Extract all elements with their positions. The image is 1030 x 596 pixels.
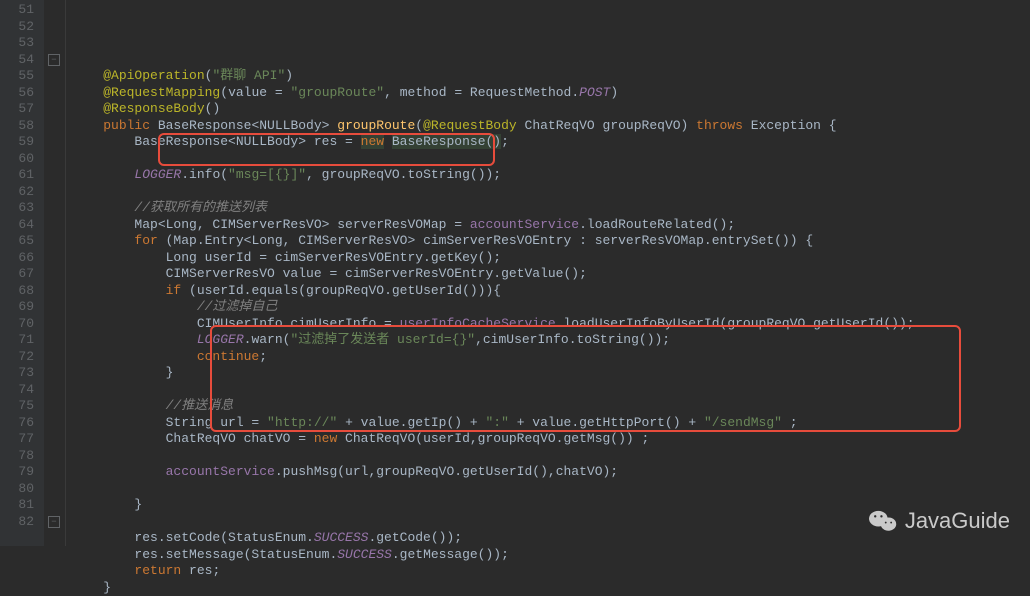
code-line[interactable]	[72, 184, 1030, 201]
line-number: 71	[6, 332, 34, 349]
line-number: 68	[6, 283, 34, 300]
watermark: JavaGuide	[869, 508, 1010, 534]
line-number: 63	[6, 200, 34, 217]
line-number: 77	[6, 431, 34, 448]
watermark-text: JavaGuide	[905, 508, 1010, 534]
line-number: 56	[6, 85, 34, 102]
line-number: 66	[6, 250, 34, 267]
code-line[interactable]: Long userId = cimServerResVOEntry.getKey…	[72, 250, 1030, 267]
line-number: 52	[6, 19, 34, 36]
code-line[interactable]: CIMUserInfo cimUserInfo = userInfoCacheS…	[72, 316, 1030, 333]
code-line[interactable]: CIMServerResVO value = cimServerResVOEnt…	[72, 266, 1030, 283]
code-line[interactable]: if (userId.equals(groupReqVO.getUserId()…	[72, 283, 1030, 300]
line-number: 58	[6, 118, 34, 135]
line-number: 67	[6, 266, 34, 283]
code-line[interactable]: public BaseResponse<NULLBody> groupRoute…	[72, 118, 1030, 135]
line-number: 64	[6, 217, 34, 234]
line-number: 72	[6, 349, 34, 366]
code-line[interactable]: String url = "http://" + value.getIp() +…	[72, 415, 1030, 432]
line-number: 73	[6, 365, 34, 382]
fold-toggle[interactable]: −	[48, 54, 60, 66]
code-line[interactable]	[72, 382, 1030, 399]
line-number: 78	[6, 448, 34, 465]
line-number: 60	[6, 151, 34, 168]
code-line[interactable]: continue;	[72, 349, 1030, 366]
code-line[interactable]: accountService.pushMsg(url,groupReqVO.ge…	[72, 464, 1030, 481]
code-line[interactable]: res.setMessage(StatusEnum.SUCCESS.getMes…	[72, 547, 1030, 564]
code-line[interactable]: //推送消息	[72, 398, 1030, 415]
fold-toggle[interactable]: −	[48, 516, 60, 528]
code-line[interactable]: //过滤掉自己	[72, 299, 1030, 316]
code-line[interactable]: @RequestMapping(value = "groupRoute", me…	[72, 85, 1030, 102]
line-number: 54	[6, 52, 34, 69]
code-line[interactable]: @ResponseBody()	[72, 101, 1030, 118]
line-number: 65	[6, 233, 34, 250]
code-line[interactable]: LOGGER.info("msg=[{}]", groupReqVO.toStr…	[72, 167, 1030, 184]
code-line[interactable]: //获取所有的推送列表	[72, 200, 1030, 217]
code-line[interactable]: return res;	[72, 563, 1030, 580]
line-number: 59	[6, 134, 34, 151]
line-number: 81	[6, 497, 34, 514]
fold-column: −−	[44, 0, 66, 546]
code-line[interactable]: Map<Long, CIMServerResVO> serverResVOMap…	[72, 217, 1030, 234]
wechat-icon	[869, 509, 897, 533]
code-line[interactable]: BaseResponse<NULLBody> res = new BaseRes…	[72, 134, 1030, 151]
line-number: 53	[6, 35, 34, 52]
line-number-gutter: 5152535455565758596061626364656667686970…	[0, 0, 44, 546]
line-number: 51	[6, 2, 34, 19]
line-number: 57	[6, 101, 34, 118]
line-number: 80	[6, 481, 34, 498]
code-line[interactable]: LOGGER.warn("过滤掉了发送者 userId={}",cimUserI…	[72, 332, 1030, 349]
code-area[interactable]: @ApiOperation("群聊 API") @RequestMapping(…	[66, 0, 1030, 546]
code-line[interactable]	[72, 481, 1030, 498]
line-number: 69	[6, 299, 34, 316]
code-line[interactable]: }	[72, 580, 1030, 596]
line-number: 79	[6, 464, 34, 481]
code-editor: 5152535455565758596061626364656667686970…	[0, 0, 1030, 546]
code-line[interactable]: for (Map.Entry<Long, CIMServerResVO> cim…	[72, 233, 1030, 250]
line-number: 74	[6, 382, 34, 399]
code-line[interactable]	[72, 151, 1030, 168]
line-number: 82	[6, 514, 34, 531]
line-number: 76	[6, 415, 34, 432]
line-number: 70	[6, 316, 34, 333]
line-number: 75	[6, 398, 34, 415]
line-number: 62	[6, 184, 34, 201]
code-line[interactable]	[72, 448, 1030, 465]
line-number: 61	[6, 167, 34, 184]
code-line[interactable]: ChatReqVO chatVO = new ChatReqVO(userId,…	[72, 431, 1030, 448]
code-line[interactable]: @ApiOperation("群聊 API")	[72, 68, 1030, 85]
line-number: 55	[6, 68, 34, 85]
code-line[interactable]: }	[72, 365, 1030, 382]
